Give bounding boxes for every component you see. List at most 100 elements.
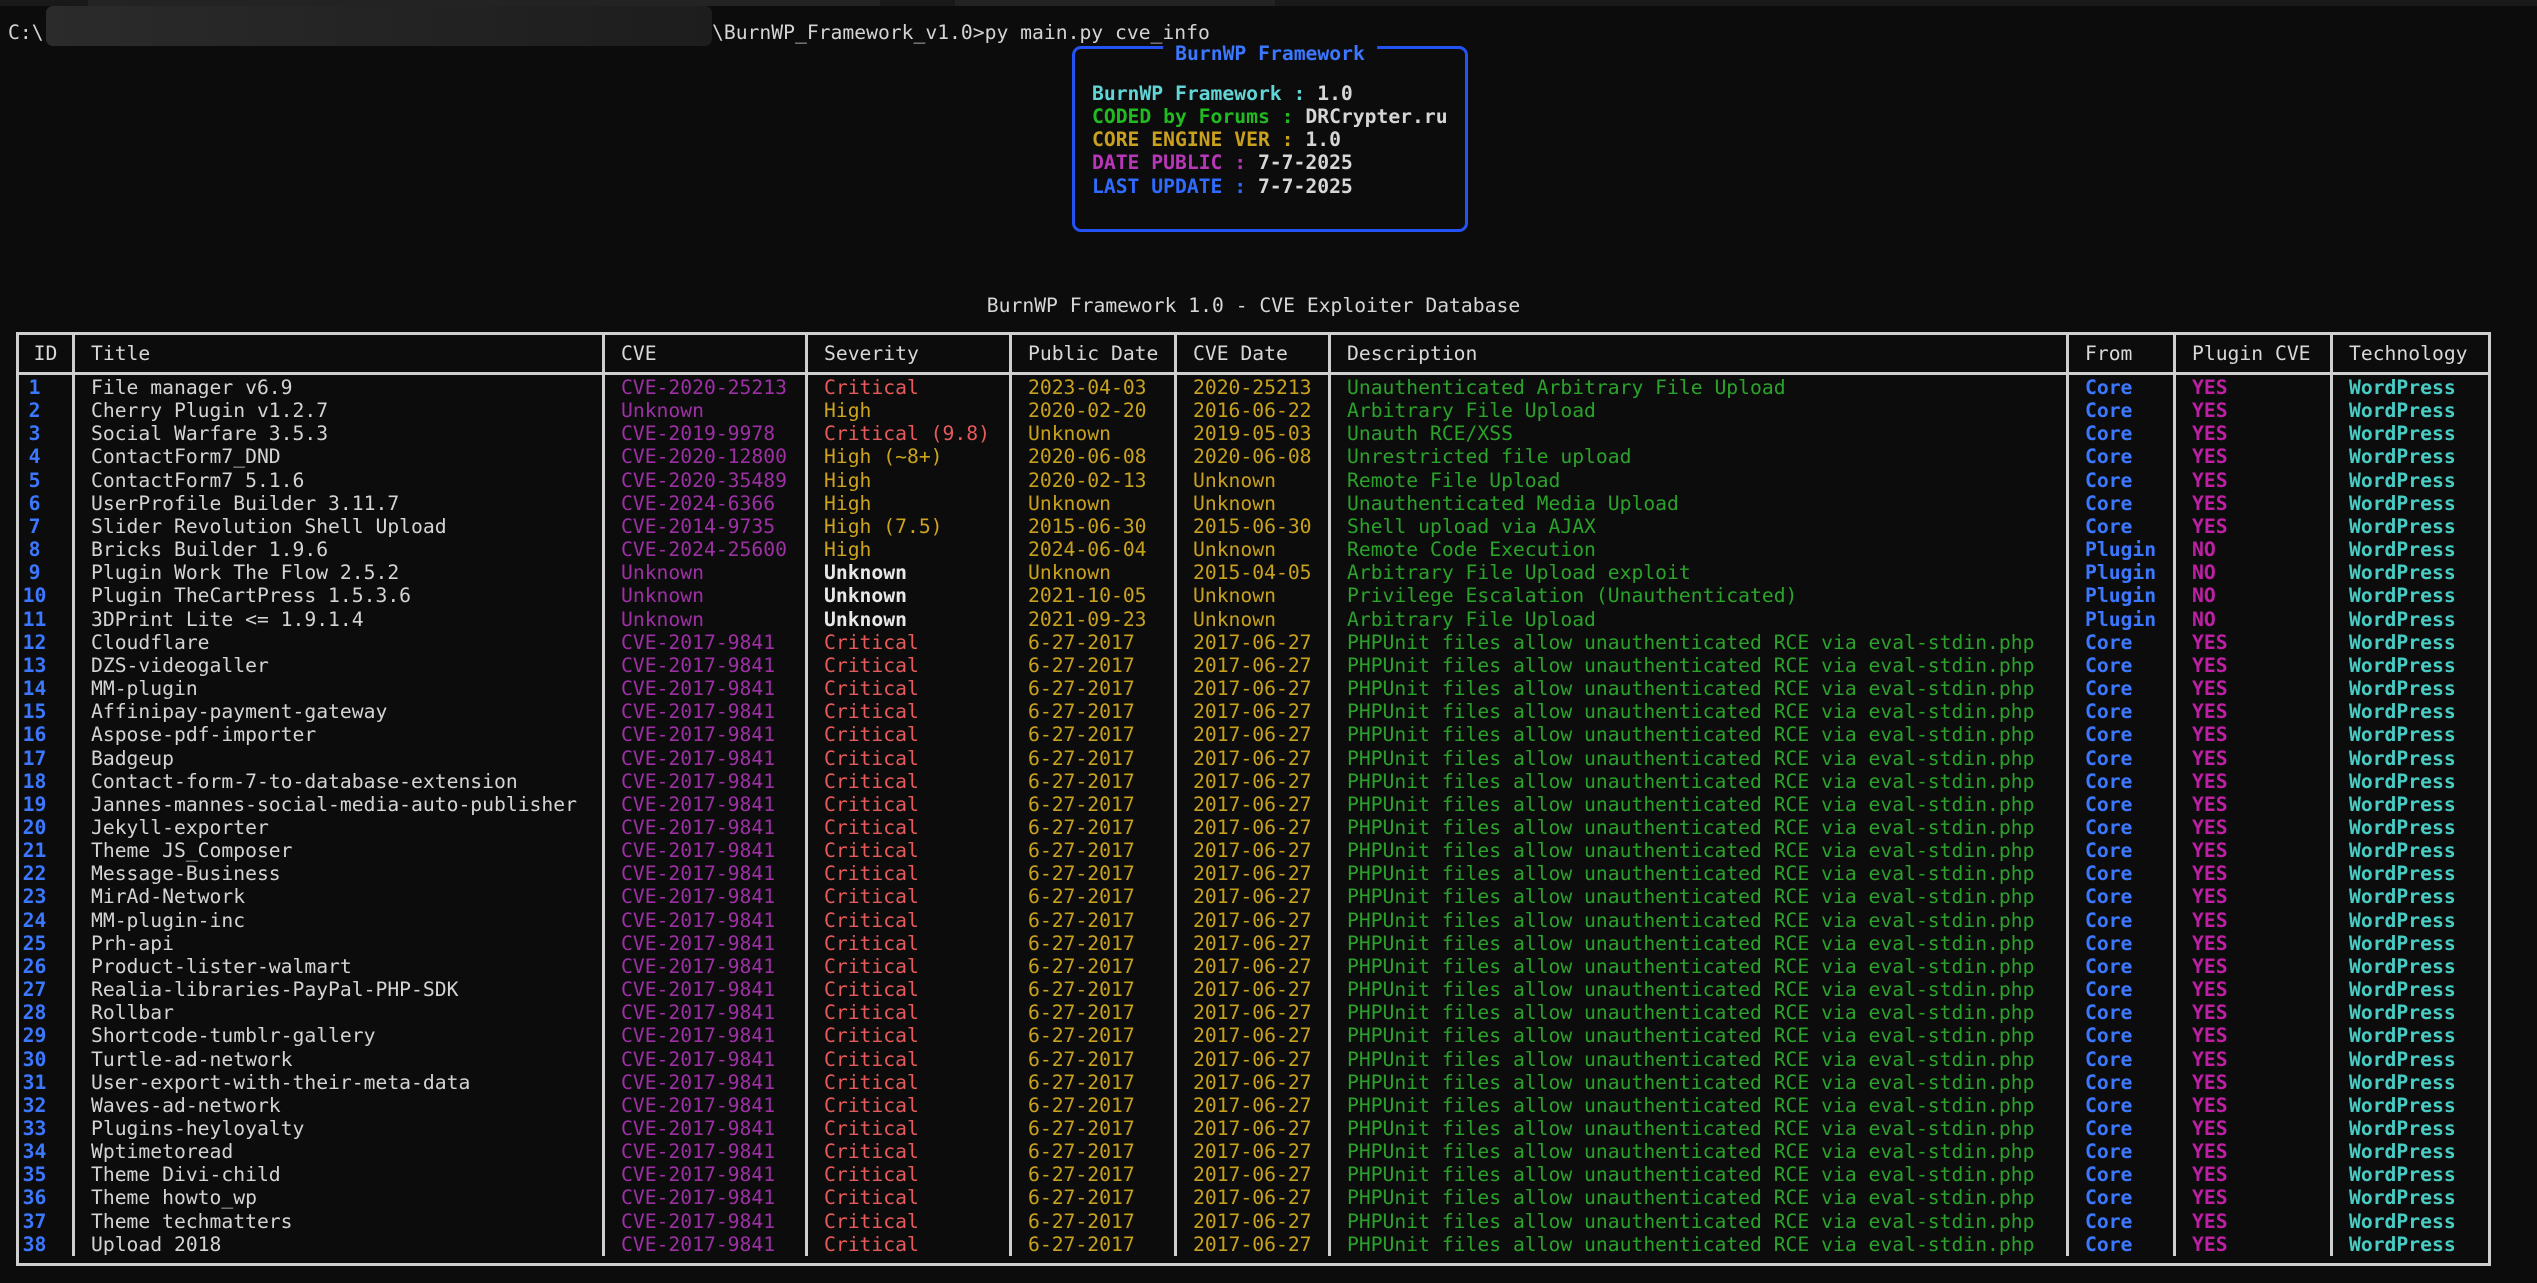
- cell-technology: WordPress: [2333, 862, 2488, 885]
- cell-from: Core: [2069, 885, 2176, 908]
- cell-title: Theme howto_wp: [75, 1186, 605, 1209]
- cell-title: ContactForm7_DND: [75, 445, 605, 468]
- framework-banner-box: BurnWP Framework BurnWP Framework : 1.0C…: [1072, 46, 1468, 232]
- cell-id: 33: [19, 1117, 75, 1140]
- cell-from: Core: [2069, 631, 2176, 654]
- cell-plugin-cve: YES: [2176, 399, 2333, 422]
- table-row: 7Slider Revolution Shell UploadCVE-2014-…: [19, 515, 2488, 538]
- cell-cve-date: 2020-25213: [1177, 375, 1331, 399]
- table-row: 23MirAd-NetworkCVE-2017-9841Critical6-27…: [19, 885, 2488, 908]
- cell-public-date: 6-27-2017: [1012, 885, 1177, 908]
- cell-plugin-cve: YES: [2176, 1048, 2333, 1071]
- cell-from: Core: [2069, 1186, 2176, 1209]
- cell-id: 30: [19, 1048, 75, 1071]
- cell-description: Unrestricted file upload: [1331, 445, 2069, 468]
- terminal-window[interactable]: { "terminal": { "prompt_prefix": "C:\\",…: [0, 0, 2537, 1283]
- cell-cve-date: 2017-06-27: [1177, 1233, 1331, 1256]
- cell-technology: WordPress: [2333, 816, 2488, 839]
- cell-cve-date: 2016-06-22: [1177, 399, 1331, 422]
- cell-cve: CVE-2017-9841: [605, 677, 808, 700]
- cell-cve: CVE-2020-35489: [605, 469, 808, 492]
- cell-cve: CVE-2017-9841: [605, 793, 808, 816]
- cell-id: 38: [19, 1233, 75, 1256]
- cell-public-date: 2020-02-13: [1012, 469, 1177, 492]
- cell-plugin-cve: YES: [2176, 747, 2333, 770]
- cell-from: Plugin: [2069, 538, 2176, 561]
- cell-severity: Critical: [808, 1140, 1012, 1163]
- cell-cve-date: 2017-06-27: [1177, 747, 1331, 770]
- cell-from: Core: [2069, 955, 2176, 978]
- cell-title: Plugin TheCartPress 1.5.3.6: [75, 584, 605, 607]
- table-row: 21Theme JS_ComposerCVE-2017-9841Critical…: [19, 839, 2488, 862]
- cell-cve-date: 2017-06-27: [1177, 816, 1331, 839]
- table-row: 2Cherry Plugin v1.2.7UnknownHigh2020-02-…: [19, 399, 2488, 422]
- cell-technology: WordPress: [2333, 422, 2488, 445]
- cell-description: Shell upload via AJAX: [1331, 515, 2069, 538]
- cell-cve-date: 2017-06-27: [1177, 793, 1331, 816]
- cell-public-date: 6-27-2017: [1012, 723, 1177, 746]
- cell-cve: CVE-2017-9841: [605, 747, 808, 770]
- cell-cve-date: 2017-06-27: [1177, 723, 1331, 746]
- cell-cve: CVE-2014-9735: [605, 515, 808, 538]
- column-header: Plugin CVE: [2176, 335, 2333, 375]
- cell-from: Plugin: [2069, 561, 2176, 584]
- cell-cve-date: 2017-06-27: [1177, 1186, 1331, 1209]
- cell-severity: Critical: [808, 955, 1012, 978]
- cell-public-date: 6-27-2017: [1012, 1071, 1177, 1094]
- cell-description: PHPUnit files allow unauthenticated RCE …: [1331, 862, 2069, 885]
- banner-title: BurnWP Framework: [1163, 42, 1377, 65]
- table-row: 1File manager v6.9CVE-2020-25213Critical…: [19, 375, 2488, 399]
- cell-severity: Critical: [808, 1094, 1012, 1117]
- cell-plugin-cve: YES: [2176, 1186, 2333, 1209]
- cell-title: Upload 2018: [75, 1233, 605, 1256]
- table-row: 12CloudflareCVE-2017-9841Critical6-27-20…: [19, 631, 2488, 654]
- cell-plugin-cve: YES: [2176, 1163, 2333, 1186]
- cell-technology: WordPress: [2333, 469, 2488, 492]
- cell-severity: Unknown: [808, 561, 1012, 584]
- cell-technology: WordPress: [2333, 1071, 2488, 1094]
- cell-description: PHPUnit files allow unauthenticated RCE …: [1331, 1094, 2069, 1117]
- cell-from: Core: [2069, 793, 2176, 816]
- cell-description: PHPUnit files allow unauthenticated RCE …: [1331, 793, 2069, 816]
- cell-cve: CVE-2017-9841: [605, 862, 808, 885]
- cell-public-date: 6-27-2017: [1012, 1140, 1177, 1163]
- cell-public-date: 6-27-2017: [1012, 1024, 1177, 1047]
- table-row: 19Jannes-mannes-social-media-auto-publis…: [19, 793, 2488, 816]
- cell-id: 28: [19, 1001, 75, 1024]
- banner-info-line: DATE PUBLIC : 7-7-2025: [1092, 151, 1448, 174]
- cell-severity: Critical: [808, 816, 1012, 839]
- cell-plugin-cve: YES: [2176, 955, 2333, 978]
- cell-cve: CVE-2017-9841: [605, 1001, 808, 1024]
- cell-public-date: 6-27-2017: [1012, 1233, 1177, 1256]
- cell-public-date: 2020-06-08: [1012, 445, 1177, 468]
- banner-info-value: 7-7-2025: [1258, 151, 1353, 174]
- table-row: 29Shortcode-tumblr-galleryCVE-2017-9841C…: [19, 1024, 2488, 1047]
- cell-plugin-cve: YES: [2176, 492, 2333, 515]
- cell-severity: Critical: [808, 862, 1012, 885]
- cell-cve-date: 2017-06-27: [1177, 700, 1331, 723]
- cell-description: Unauth RCE/XSS: [1331, 422, 2069, 445]
- cell-from: Core: [2069, 700, 2176, 723]
- cell-from: Core: [2069, 839, 2176, 862]
- cell-public-date: 2021-10-05: [1012, 584, 1177, 607]
- table-row: 27Realia-libraries-PayPal-PHP-SDKCVE-201…: [19, 978, 2488, 1001]
- cell-from: Core: [2069, 909, 2176, 932]
- cell-cve: CVE-2017-9841: [605, 1140, 808, 1163]
- column-header: Technology: [2333, 335, 2488, 375]
- table-row: 26Product-lister-walmartCVE-2017-9841Cri…: [19, 955, 2488, 978]
- table-row: 17BadgeupCVE-2017-9841Critical6-27-20172…: [19, 747, 2488, 770]
- table-row: 18Contact-form-7-to-database-extensionCV…: [19, 770, 2488, 793]
- cell-public-date: 2024-06-04: [1012, 538, 1177, 561]
- cell-technology: WordPress: [2333, 1117, 2488, 1140]
- cell-from: Core: [2069, 399, 2176, 422]
- cell-plugin-cve: YES: [2176, 422, 2333, 445]
- cell-public-date: 2021-09-23: [1012, 608, 1177, 631]
- cell-title: MirAd-Network: [75, 885, 605, 908]
- cell-description: PHPUnit files allow unauthenticated RCE …: [1331, 677, 2069, 700]
- cell-description: PHPUnit files allow unauthenticated RCE …: [1331, 747, 2069, 770]
- banner-body: BurnWP Framework : 1.0CODED by Forums : …: [1092, 82, 1448, 198]
- cell-public-date: 2015-06-30: [1012, 515, 1177, 538]
- cell-from: Core: [2069, 1163, 2176, 1186]
- cell-title: DZS-videogaller: [75, 654, 605, 677]
- banner-info-value: 1.0: [1305, 128, 1341, 151]
